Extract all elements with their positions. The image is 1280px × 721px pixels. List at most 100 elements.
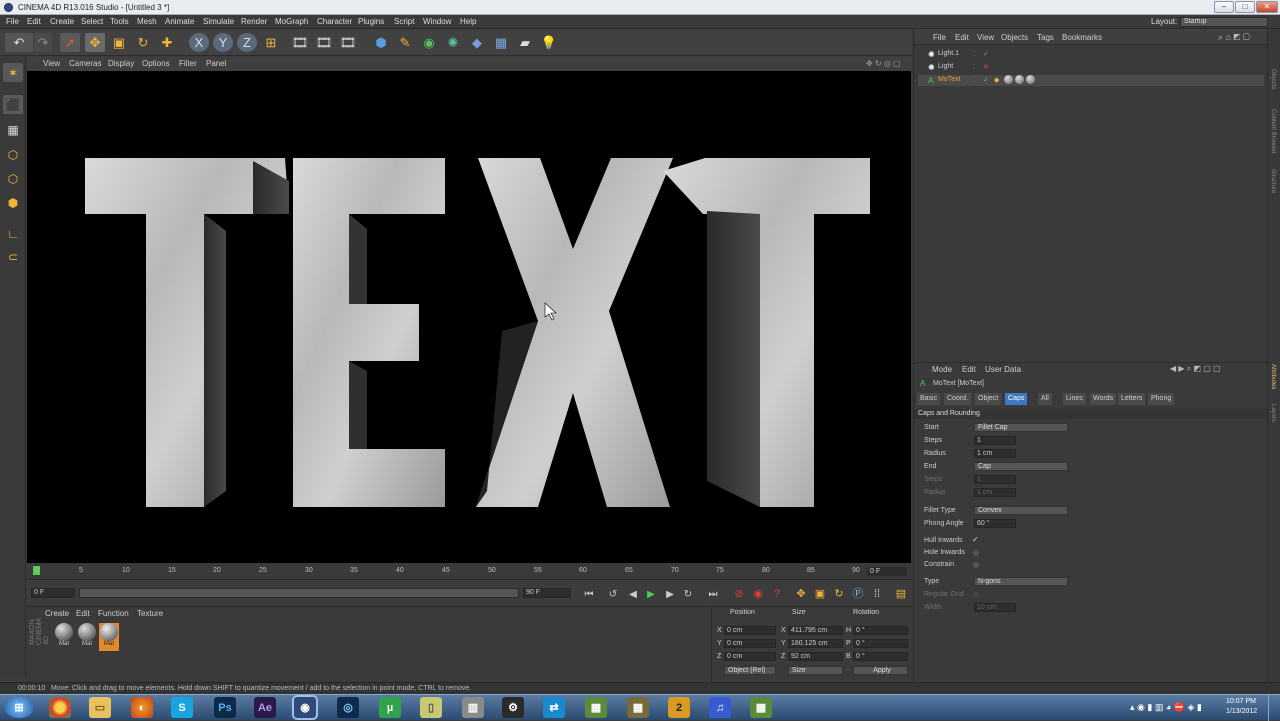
menu-mesh[interactable]: Mesh [137, 15, 157, 29]
viewport-menu-cameras[interactable]: Cameras [69, 57, 101, 71]
side-tab-layers[interactable]: Layers [1270, 404, 1276, 422]
snap-icon[interactable]: ⊂ [3, 247, 23, 266]
side-tab-objects[interactable]: Objects [1270, 69, 1276, 89]
objmgr-menu-tags[interactable]: Tags [1037, 33, 1054, 42]
apply-button[interactable]: Apply [853, 666, 908, 675]
itunes-icon[interactable]: ♫ [709, 697, 731, 718]
timeline-window-icon[interactable]: ▤ [891, 585, 911, 604]
objmgr-menu-bookmarks[interactable]: Bookmarks [1062, 33, 1102, 42]
key-parameter-icon[interactable]: Ⓟ [848, 585, 868, 604]
tab-all[interactable]: All [1038, 393, 1052, 405]
game-icon[interactable]: ▦ [627, 697, 649, 718]
clock-date[interactable]: 1/13/2012 [1226, 708, 1257, 715]
undo-icon[interactable]: ↶ [5, 33, 33, 52]
system-tray-icons[interactable]: ▴ ◉ ▮ ▥ ◕ ⛔ ◈ ▮ [1130, 702, 1202, 713]
viewport-menu-filter[interactable]: Filter [179, 57, 197, 71]
material-menu-texture[interactable]: Texture [137, 609, 163, 618]
menu-tools[interactable]: Tools [110, 15, 129, 29]
rotation-h-field[interactable]: 0 ° [853, 626, 908, 635]
menu-select[interactable]: Select [81, 15, 103, 29]
points-mode-icon[interactable]: ⬡ [3, 145, 23, 164]
menu-character[interactable]: Character [317, 15, 352, 29]
make-editable-icon[interactable]: ✶ [3, 63, 23, 82]
record-active-icon[interactable]: ⊘ [729, 585, 749, 604]
object-name[interactable]: MoText [938, 76, 961, 83]
cube-object-icon[interactable]: ⬢ [371, 33, 391, 52]
next-frame-icon[interactable]: ▶ [660, 585, 680, 604]
size-z-field[interactable]: 92 cm [788, 652, 843, 661]
tab-words[interactable]: Words [1090, 393, 1117, 405]
tab-lines[interactable]: Lines [1063, 393, 1086, 405]
phong-tag-icon[interactable]: ◆ [994, 76, 999, 84]
key-position-icon[interactable]: ✥ [791, 585, 811, 604]
go-to-end-icon[interactable]: ⏭ [703, 585, 723, 604]
show-desktop-button[interactable] [1268, 695, 1280, 721]
minecraft-icon[interactable]: ▦ [585, 697, 607, 718]
rotation-b-field[interactable]: 0 ° [853, 652, 908, 661]
rotation-p-field[interactable]: 0 ° [853, 639, 908, 648]
explorer-icon[interactable]: ▭ [89, 697, 111, 718]
menu-window[interactable]: Window [423, 15, 451, 29]
menu-help[interactable]: Help [460, 15, 476, 29]
teamviewer-icon[interactable]: ⇄ [543, 697, 565, 718]
redo-icon[interactable]: ↷ [34, 33, 52, 52]
3d-viewport[interactable] [27, 71, 911, 563]
attr-menu-user-data[interactable]: User Data [985, 365, 1021, 374]
tab-letters[interactable]: Letters [1118, 393, 1146, 405]
edges-mode-icon[interactable]: ⬡ [3, 169, 23, 188]
object-name[interactable]: Light.1 [938, 50, 959, 57]
cinema4d-taskbar-icon[interactable]: ◉ [294, 697, 316, 718]
move-tool-icon[interactable]: ✥ [85, 33, 105, 52]
material-slot[interactable]: Mat [55, 623, 73, 651]
firefox-icon[interactable]: ◐ [131, 697, 153, 718]
minecraft2-icon[interactable]: ▦ [750, 697, 772, 718]
floor-icon[interactable]: ▦ [491, 33, 511, 52]
maximize-button[interactable]: □ [1235, 1, 1255, 13]
menu-animate[interactable]: Animate [165, 15, 194, 29]
chrome-icon[interactable] [49, 697, 71, 718]
rotate-tool-icon[interactable]: ↻ [133, 33, 153, 52]
fillet-type-dropdown[interactable]: Convex [974, 506, 1068, 515]
photoshop-icon[interactable]: Ps [214, 697, 236, 718]
play-icon[interactable]: ▶ [641, 585, 661, 604]
after-effects-icon[interactable]: Ae [254, 697, 276, 718]
attr-menu-edit[interactable]: Edit [962, 365, 976, 374]
menu-plugins[interactable]: Plugins [358, 15, 384, 29]
render-picture-viewer-icon[interactable]: 🎞 [314, 33, 334, 52]
size-y-field[interactable]: 180.125 cm [788, 639, 843, 648]
end-frame-field[interactable]: 90 F [523, 588, 571, 598]
live-selection-icon[interactable]: ➚ [60, 33, 80, 52]
key-scale-icon[interactable]: ▣ [810, 585, 830, 604]
hole-inwards-checkbox[interactable] [973, 550, 979, 556]
light-icon[interactable]: 💡 [539, 33, 559, 52]
app-icon[interactable]: ▥ [462, 697, 484, 718]
menu-file[interactable]: File [6, 15, 19, 29]
timeline-ruler[interactable]: 0 5 10 15 20 25 30 35 40 45 50 55 60 65 … [27, 563, 912, 580]
material-menu-function[interactable]: Function [98, 609, 129, 618]
attr-nav-icons[interactable]: ◀ ▶ ⌕ ◩ ▢ ▢ [1170, 364, 1221, 374]
menu-create[interactable]: Create [50, 15, 74, 29]
disable-x-icon[interactable]: ✕ [983, 63, 989, 71]
utorrent-icon[interactable]: µ [379, 697, 401, 718]
menu-render[interactable]: Render [241, 15, 267, 29]
render-settings-icon[interactable]: 🎞 [338, 33, 358, 52]
enable-check-icon[interactable]: ✓ [983, 50, 989, 58]
render-view-icon[interactable]: 🎞 [290, 33, 310, 52]
tab-phong[interactable]: Phong [1148, 393, 1175, 405]
objmgr-menu-edit[interactable]: Edit [955, 33, 969, 42]
material-menu-create[interactable]: Create [45, 609, 69, 618]
tab-coord[interactable]: Coord. [944, 393, 972, 405]
menu-simulate[interactable]: Simulate [203, 15, 234, 29]
steps-field[interactable]: 1 [974, 436, 1016, 445]
radius-field[interactable]: 1 cm [974, 449, 1016, 458]
game2-icon[interactable]: 2 [668, 697, 690, 718]
side-tab-attributes[interactable]: Attributes [1270, 364, 1276, 389]
minimize-button[interactable]: – [1214, 1, 1234, 13]
scale-tool-icon[interactable]: ▣ [109, 33, 129, 52]
viewport-menu-panel[interactable]: Panel [206, 57, 226, 71]
material-slot[interactable]: Mat [78, 623, 96, 651]
menu-mograph[interactable]: MoGraph [275, 15, 308, 29]
menu-edit[interactable]: Edit [27, 15, 41, 29]
x-axis-lock-icon[interactable]: X [189, 33, 209, 52]
phong-angle-field[interactable]: 60 ° [974, 519, 1016, 528]
